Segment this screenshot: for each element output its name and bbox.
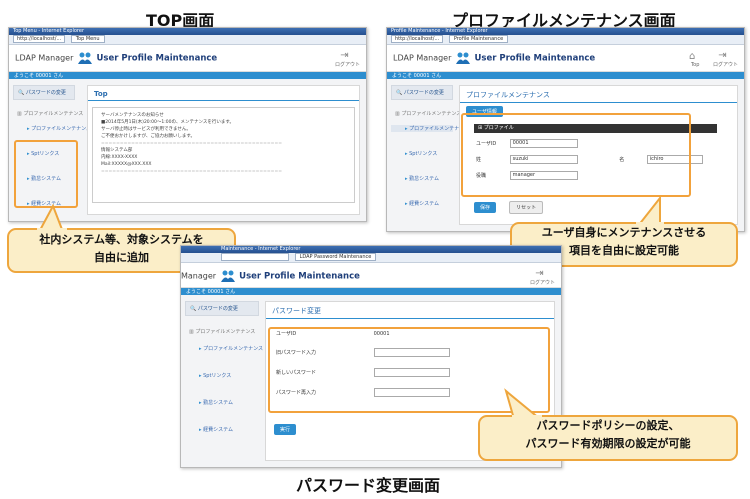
save-button[interactable]: 保存 xyxy=(474,202,497,213)
sidebar: 🔍 パスワードの変更 ▥ プロファイルメンテナンス プロファイルメンテナンス S… xyxy=(185,301,263,459)
notice-line: 情報システム部 xyxy=(101,148,133,153)
app-name: User Profile Maintenance xyxy=(474,53,596,64)
form-actions: 実行 xyxy=(274,416,297,435)
header-actions: ⌂ Top ⇥ ログアウト xyxy=(679,50,738,68)
sidebar-item-password[interactable]: 🔍 パスワードの変更 xyxy=(391,85,453,100)
callout-pointer xyxy=(37,203,67,234)
logout-icon: ⇥ xyxy=(718,50,727,61)
top-label: Top xyxy=(690,62,700,68)
top-button[interactable]: ⌂ Top xyxy=(685,51,699,68)
panel-title: Top xyxy=(88,86,359,101)
logout-button[interactable]: ⇥ ログアウト xyxy=(707,50,738,68)
logout-button[interactable]: ⇥ ログアウト xyxy=(524,268,555,286)
brand-name: Manager xyxy=(181,271,217,281)
callout-password-policy: パスワードポリシーの設定、 パスワード有効期限の設定が可能 xyxy=(478,388,738,461)
url-field[interactable]: http://localhost/... xyxy=(13,35,66,43)
sidebar-item-system-2[interactable]: 勤怠システム xyxy=(185,399,259,406)
sidebar-item-label: パスワードの変更 xyxy=(25,90,66,96)
notice-line: サーバ停止時はサービスが利用できません。 xyxy=(101,127,191,132)
brand: Manager User Profile Maintenance xyxy=(181,270,360,282)
notice-line: ご不便おかけしますが、ご協力お願いします。 xyxy=(101,134,195,139)
sidebar-item-label: パスワードの変更 xyxy=(197,306,238,312)
app-header: Manager User Profile Maintenance ⇥ ログアウト xyxy=(181,263,561,288)
sidebar-item-system-3[interactable]: 経費システム xyxy=(391,200,453,207)
address-bar: http://localhost/... Top Menu xyxy=(9,35,366,45)
notice-box: サーバメンテナンスのお知らせ ■2014年5月1日(木)20:00〜1:00の、… xyxy=(92,107,355,203)
sidebar-item-profile[interactable]: プロファイルメンテナンス xyxy=(13,125,91,132)
app-header: LDAP Manager User Profile Maintenance ⇥ ロ… xyxy=(9,45,366,72)
profile-form-highlight xyxy=(461,113,691,197)
people-logo-icon xyxy=(455,52,470,64)
sidebar-item-system-2[interactable]: 勤怠システム xyxy=(391,175,453,182)
brand-name: LDAP Manager xyxy=(15,53,74,63)
password-screen-title: パスワード変更画面 xyxy=(296,476,441,495)
url-field[interactable] xyxy=(221,253,289,261)
people-logo-icon xyxy=(220,270,235,282)
logout-label: ログアウト xyxy=(712,62,738,68)
notice-line: Mail:XXXXX@XXX.XXX xyxy=(101,162,152,167)
callout-pointer xyxy=(635,195,664,228)
sidebar-item-password[interactable]: 🔍 パスワードの変更 xyxy=(185,301,259,316)
notice-line: ■2014年5月1日(木)20:00〜1:00の、メンテナンスを行います。 xyxy=(101,120,234,125)
home-icon: ⌂ xyxy=(688,51,696,62)
logout-button[interactable]: ⇥ ログアウト xyxy=(329,50,360,68)
browser-tab[interactable]: Profile Maintenance xyxy=(448,35,509,43)
sidebar-group-profile: ▥ プロファイルメンテナンス xyxy=(395,111,462,117)
callout-line: パスワードポリシーの設定、 xyxy=(536,419,680,432)
sidebar-item-label: パスワードの変更 xyxy=(403,90,444,96)
callout-line: ユーザ自身にメンテナンスさせる xyxy=(541,226,707,239)
panel-title: パスワード変更 xyxy=(266,302,554,319)
reset-button[interactable]: リセット xyxy=(509,201,544,214)
address-bar: LDAP Password Maintenance xyxy=(181,253,561,263)
window-titlebar: Profile Maintenance - Internet Explorer xyxy=(387,28,744,35)
brand: LDAP Manager User Profile Maintenance xyxy=(15,52,217,64)
sidebar-item-system-3[interactable]: 経費システム xyxy=(185,426,259,433)
divider: ========================================… xyxy=(101,141,282,146)
sidebar-group-profile: ▥ プロファイルメンテナンス xyxy=(17,111,84,117)
window-titlebar: Top Menu - Internet Explorer xyxy=(9,28,366,35)
browser-tab[interactable]: LDAP Password Maintenance xyxy=(294,253,377,261)
browser-tab[interactable]: Top Menu xyxy=(70,35,105,43)
sidebar-item-password[interactable]: 🔍 パスワードの変更 xyxy=(13,85,75,100)
callout-line: パスワード有効期限の設定が可能 xyxy=(525,437,691,450)
sidebar-group-label: プロファイルメンテナンス xyxy=(401,111,462,117)
sidebar-group-profile: ▥ プロファイルメンテナンス xyxy=(189,329,256,335)
systems-highlight xyxy=(14,140,78,208)
main-panel: Top サーバメンテナンスのお知らせ ■2014年5月1日(木)20:00〜1:… xyxy=(87,85,360,215)
app-header: LDAP Manager User Profile Maintenance ⌂ T… xyxy=(387,45,744,72)
window-titlebar: Maintenance - Internet Explorer xyxy=(181,246,561,253)
sidebar-item-system-1[interactable]: Sptリンクス xyxy=(391,150,453,157)
logout-icon: ⇥ xyxy=(340,50,349,61)
url-field[interactable]: http://localhost/... xyxy=(391,35,444,43)
sidebar-item-profile[interactable]: プロファイルメンテナンス xyxy=(391,125,469,132)
sidebar: 🔍 パスワードの変更 ▥ プロファイルメンテナンス プロファイルメンテナンス S… xyxy=(391,85,469,223)
divider: ========================================… xyxy=(101,169,282,174)
notice-line: 内線:XXXX-XXXX xyxy=(101,155,138,160)
sidebar-group-label: プロファイルメンテナンス xyxy=(23,111,84,117)
submit-button[interactable]: 実行 xyxy=(274,424,297,435)
logout-label: ログアウト xyxy=(529,280,555,286)
brand-name: LDAP Manager xyxy=(393,53,452,63)
callout-pointer xyxy=(504,388,543,421)
header-actions: ⇥ ログアウト xyxy=(323,50,360,68)
app-name: User Profile Maintenance xyxy=(239,271,360,282)
form-actions: 保存 リセット xyxy=(474,194,544,214)
notice-line: サーバメンテナンスのお知らせ xyxy=(101,113,164,118)
sidebar-group-label: プロファイルメンテナンス xyxy=(195,329,256,335)
logout-label: ログアウト xyxy=(334,62,360,68)
people-logo-icon xyxy=(77,52,92,64)
header-actions: ⇥ ログアウト xyxy=(518,268,555,286)
sidebar-item-system-1[interactable]: Sptリンクス xyxy=(185,372,259,379)
address-bar: http://localhost/... Profile Maintenance xyxy=(387,35,744,45)
brand: LDAP Manager User Profile Maintenance xyxy=(393,52,595,64)
panel-title: プロファイルメンテナンス xyxy=(460,86,737,103)
app-name: User Profile Maintenance xyxy=(96,53,218,64)
sidebar-item-profile[interactable]: プロファイルメンテナンス xyxy=(185,345,263,352)
logout-icon: ⇥ xyxy=(535,268,544,279)
